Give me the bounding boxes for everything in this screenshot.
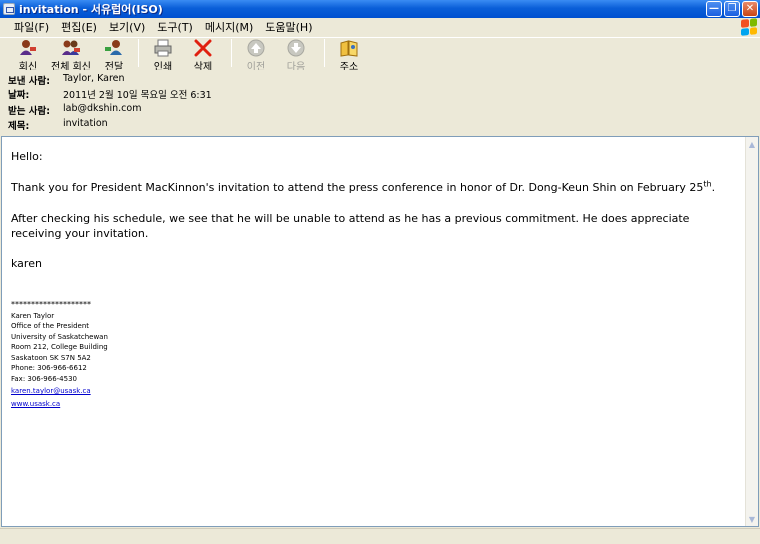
menu-help[interactable]: 도움말(H): [259, 19, 318, 35]
status-bar: [0, 528, 760, 544]
subject-label: 제목:: [8, 121, 30, 132]
greeting: Hello:: [11, 150, 43, 163]
message-window-icon: [3, 3, 15, 15]
signature-stars: ********************: [11, 300, 91, 309]
to-value: lab@dkshin.com: [63, 103, 142, 114]
addresses-button[interactable]: 주소: [331, 38, 367, 73]
from-value: Taylor, Karen: [63, 73, 125, 84]
signature-fax: Fax: 306-966-4530: [11, 374, 77, 383]
delete-x-icon: [193, 39, 213, 57]
message-body: Hello: Thank you for President MacKinnon…: [11, 149, 736, 271]
subject-value: invitation: [63, 118, 108, 129]
down-arrow-icon: [286, 39, 306, 57]
toolbar-separator: [138, 39, 139, 67]
paragraph-thanks: Thank you for President MacKinnon's invi…: [11, 179, 716, 194]
up-arrow-icon: [246, 39, 266, 57]
close-button[interactable]: ✕: [742, 1, 758, 17]
scroll-up-icon[interactable]: ▲: [746, 138, 758, 150]
menu-tools[interactable]: 도구(T): [151, 19, 199, 35]
signature-web-link[interactable]: www.usask.ca: [11, 399, 108, 410]
menu-file[interactable]: 파일(F): [8, 19, 55, 35]
previous-button[interactable]: 이전: [238, 38, 274, 73]
signature-office: Office of the President: [11, 322, 89, 330]
reply-all-icon: [61, 39, 81, 57]
closing: karen: [11, 257, 42, 270]
window-controls: — ❐ ✕: [706, 1, 758, 17]
forward-button[interactable]: 전달: [96, 38, 132, 73]
printer-icon: [153, 39, 173, 57]
print-button[interactable]: 인쇄: [145, 38, 181, 73]
signature-university: University of Saskatchewan: [11, 332, 108, 341]
signature-room: Room 212, College Building: [11, 343, 108, 351]
maximize-button[interactable]: ❐: [724, 1, 740, 17]
from-label: 보낸 사람:: [8, 76, 51, 87]
window-title: invitation - 서유럽어(ISO): [19, 3, 163, 16]
reply-all-button[interactable]: 전체 회신: [46, 38, 96, 73]
to-row: 받는 사람: lab@dkshin.com: [8, 103, 141, 117]
to-label: 받는 사람:: [8, 106, 51, 117]
next-button[interactable]: 다음: [274, 38, 318, 73]
forward-icon: [104, 39, 124, 57]
minimize-button[interactable]: —: [706, 1, 722, 17]
signature-name: Karen Taylor: [11, 311, 55, 320]
scroll-down-icon[interactable]: ▼: [746, 513, 758, 525]
message-header: 보낸 사람: Taylor, Karen 날짜: 2011년 2월 10일 목요…: [0, 70, 760, 136]
vertical-scrollbar[interactable]: ▲ ▼: [745, 137, 758, 526]
menu-message[interactable]: 메시지(M): [199, 19, 259, 35]
close-icon: ✕: [745, 3, 755, 14]
menu-edit[interactable]: 편집(E): [55, 19, 103, 35]
minimize-icon: —: [709, 3, 719, 14]
signature-email-link[interactable]: karen.taylor@usask.ca: [11, 386, 108, 397]
date-row: 날짜: 2011년 2월 10일 목요일 오전 6:31: [8, 87, 212, 101]
signature-city: Saskatoon SK S7N 5A2: [11, 353, 91, 362]
date-value: 2011년 2월 10일 목요일 오전 6:31: [63, 90, 212, 101]
toolbar-separator: [324, 39, 325, 67]
message-body-pane[interactable]: Hello: Thank you for President MacKinnon…: [1, 136, 759, 527]
from-row: 보낸 사람: Taylor, Karen: [8, 73, 125, 87]
toolbar-separator: [231, 39, 232, 67]
windows-logo-icon: [741, 18, 757, 36]
restore-icon: ❐: [727, 3, 737, 14]
delete-button[interactable]: 삭제: [181, 38, 225, 73]
signature-phone: Phone: 306-966-6612: [11, 364, 87, 372]
address-book-icon: [339, 39, 359, 57]
title-bar[interactable]: invitation - 서유럽어(ISO) — ❐ ✕: [0, 0, 760, 18]
date-label: 날짜:: [8, 90, 30, 101]
toolbar: 회신 전체 회신 전달 인쇄 삭제 이전 다음 주소: [0, 37, 760, 73]
subject-row: 제목: invitation: [8, 118, 108, 132]
menu-view[interactable]: 보기(V): [103, 19, 151, 35]
reply-button[interactable]: 회신: [10, 38, 46, 73]
reply-icon: [18, 39, 38, 57]
paragraph-schedule: After checking his schedule, we see that…: [11, 212, 690, 240]
menu-bar: 파일(F) 편집(E) 보기(V) 도구(T) 메시지(M) 도움말(H): [0, 18, 760, 36]
signature: ******************** Karen Taylor Office…: [11, 300, 108, 409]
